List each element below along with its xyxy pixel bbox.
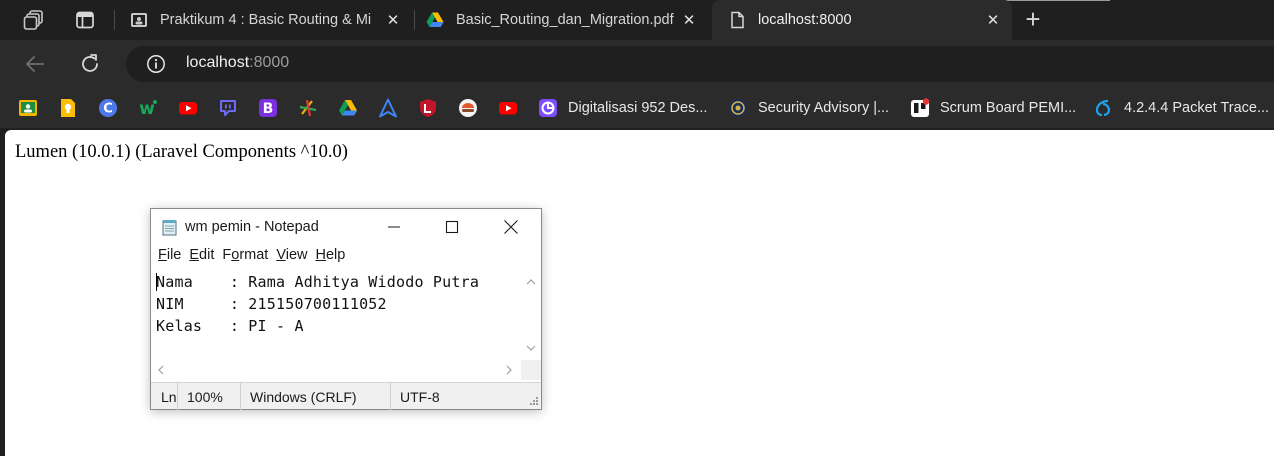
tab-strip: Praktikum 4 : Basic Routing & Mi ✕ Basic… [0,0,1274,40]
lumen-version-text: Lumen (10.0.1) (Laravel Components ^10.0… [15,142,348,162]
menu-label: rmat [239,247,269,263]
menu-format[interactable]: Format [222,247,268,269]
bookmark-packet-tracer[interactable]: 4.2.4.4 Packet Trace... [1094,98,1269,118]
vertical-scrollbar[interactable] [521,270,541,360]
canva-bookmark-icon[interactable]: C [98,98,118,118]
notepad-window[interactable]: wm pemin - Notepad File Edit Format View… [150,208,542,410]
status-encoding: UTF-8 [390,383,520,410]
url-port: :8000 [249,54,290,71]
page-icon [731,11,744,29]
close-tab-icon[interactable]: ✕ [680,11,698,29]
youtube-bookmark-icon[interactable] [178,98,198,118]
bookmark-security-advisory[interactable]: Security Advisory |... [728,98,889,118]
tab-actions-icon[interactable] [73,8,97,32]
minimize-icon[interactable] [382,215,406,239]
tab-pdf[interactable]: Basic_Routing_dan_Migration.pdf ✕ [416,0,708,40]
menu-edit[interactable]: Edit [189,247,214,269]
menu-file[interactable]: File [158,247,181,269]
svg-text:w: w [139,99,155,118]
tab-localhost[interactable]: localhost:8000 ✕ [712,0,1012,40]
wattpad-bookmark-icon[interactable]: w [138,98,158,118]
notepad-menu-bar: File Edit Format View Help [151,247,346,269]
emblem-bookmark-icon [729,99,747,117]
bookmark-label: Scrum Board PEMI... [940,100,1077,116]
google-drive-icon [426,12,444,27]
notepad-icon [162,220,177,236]
horizontal-scrollbar[interactable] [151,360,521,380]
menu-accelerator: F [158,247,167,263]
new-tab-icon[interactable]: + [1020,6,1046,32]
svg-text:C: C [103,102,113,117]
tab-praktikum[interactable]: Praktikum 4 : Basic Routing & Mi ✕ [120,0,412,40]
svg-text:B: B [263,101,274,117]
mastodon-bookmark-icon[interactable] [218,98,238,118]
close-tab-icon[interactable]: ✕ [984,11,1002,29]
menu-label: dit [199,247,215,263]
arrow-bookmark-icon[interactable] [378,98,398,118]
notepad-title: wm pemin - Notepad [185,219,319,235]
trello-bookmark-icon [911,98,930,117]
menu-view[interactable]: View [276,247,307,269]
youtube-bookmark-icon[interactable] [498,98,518,118]
classroom-page-icon [131,13,147,27]
menu-accelerator: E [189,247,200,263]
url-text[interactable]: localhost:8000 [186,54,289,72]
classroom-bookmark-icon[interactable] [18,98,38,118]
bookmark-label: Security Advisory |... [758,100,890,116]
status-line-ending: Windows (CRLF) [240,383,390,410]
tab-title: Praktikum 4 : Basic Routing & Mi [160,12,372,28]
menu-accelerator: H [315,247,326,263]
food-bookmark-icon[interactable] [458,98,478,118]
netacad-bookmark-icon [1095,99,1111,117]
chart-bookmark-icon [539,99,557,117]
menu-label: F [222,247,232,263]
menu-accelerator: V [276,247,286,263]
tab-separator [114,10,115,30]
menu-label: iew [285,247,308,263]
close-icon[interactable] [499,215,523,239]
notepad-status-bar: Ln 100% Windows (CRLF) UTF-8 [151,382,541,410]
shield-bookmark-icon[interactable] [418,98,438,118]
text-line: Nama : Rama Adhitya Widodo Putra [156,273,480,291]
notepad-text-area[interactable]: Nama : Rama Adhitya Widodo Putra NIM : 2… [151,270,521,360]
tab-title: Basic_Routing_dan_Migration.pdf [456,12,674,28]
notepad-title-bar[interactable]: wm pemin - Notepad [151,209,541,245]
google-drive-bookmark-icon[interactable] [338,98,358,118]
url-host: localhost [186,54,250,71]
text-line: Kelas : PI - A [156,317,304,335]
menu-label: elp [325,247,346,263]
keep-bookmark-icon[interactable] [58,98,78,118]
spark-bookmark-icon[interactable] [298,98,318,118]
tab-title: localhost:8000 [758,12,852,28]
text-line: NIM : 215150700111052 [156,295,387,313]
refresh-icon[interactable] [76,50,104,78]
bookmark-digitalisasi[interactable]: Digitalisasi 952 Des... [538,98,707,118]
site-info-icon[interactable] [146,54,166,74]
bookmark-label: 4.2.4.4 Packet Trace... [1124,100,1270,116]
bookmark-label: Digitalisasi 952 Des... [568,100,708,116]
status-zoom: 100% [177,383,241,410]
bookmarks-bar: C w B Digitalisasi 952 Des... Security A… [0,88,1274,128]
menu-label: ile [166,247,182,263]
bookmark-scrum-board[interactable]: Scrum Board PEMI... [910,98,1076,118]
tab-separator [414,10,415,30]
address-bar[interactable]: localhost:8000 [126,46,1274,82]
menu-help[interactable]: Help [316,247,346,269]
close-tab-icon[interactable]: ✕ [384,11,402,29]
navigation-toolbar: localhost:8000 [0,40,1274,88]
maximize-icon[interactable] [440,215,464,239]
resize-grip-icon[interactable] [527,396,539,408]
back-arrow-icon[interactable] [21,50,49,78]
workspaces-icon[interactable] [22,8,46,32]
scrollbar-corner [521,360,541,380]
b-bookmark-icon[interactable]: B [258,98,278,118]
